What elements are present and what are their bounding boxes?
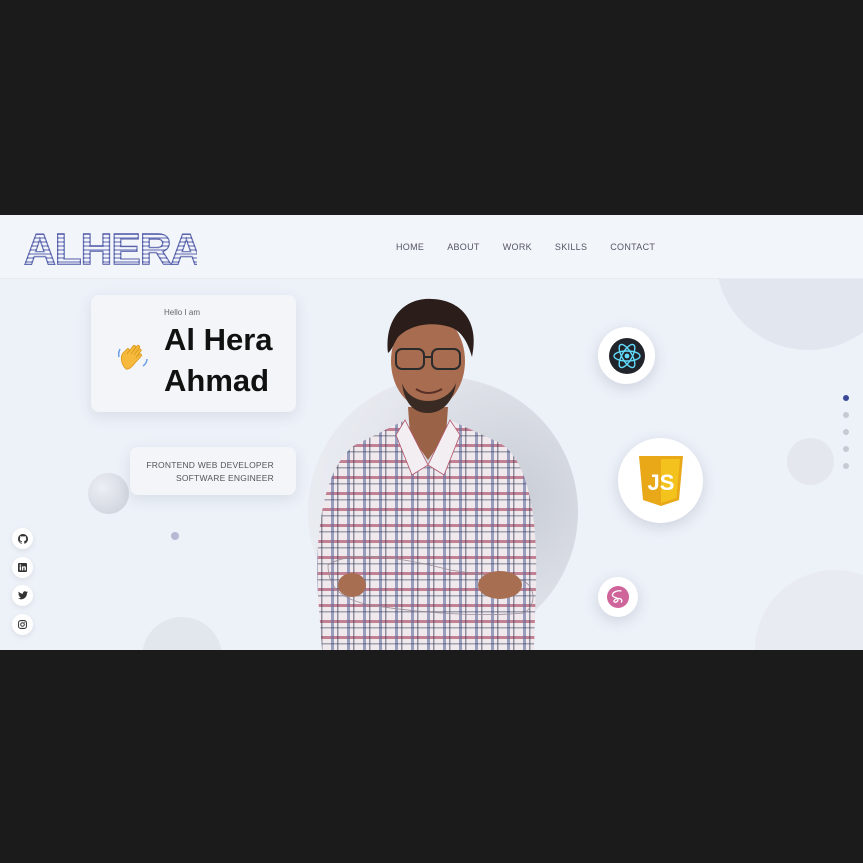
nav-contact[interactable]: CONTACT [610, 242, 655, 252]
hero-name-line1: Al Hera [164, 322, 273, 357]
greeting-text: Hello I am [164, 308, 201, 317]
linkedin-link[interactable] [12, 557, 33, 578]
decor-circle-left [88, 473, 129, 514]
section-dot-1[interactable] [843, 395, 849, 401]
react-badge [598, 327, 655, 384]
decor-circle-bottom-right [755, 570, 863, 650]
sass-badge [598, 577, 638, 617]
javascript-label: JS [647, 470, 674, 495]
waving-hand-icon [116, 339, 150, 378]
twitter-link[interactable] [12, 585, 33, 606]
react-icon [608, 337, 645, 374]
github-link[interactable] [12, 528, 33, 549]
section-dot-3[interactable] [843, 429, 849, 435]
nav-work[interactable]: WORK [503, 242, 532, 252]
hero-name: Al Hera Ahmad [164, 319, 273, 401]
decor-circle-right-small [787, 438, 834, 485]
nav-skills[interactable]: SKILLS [555, 242, 587, 252]
instagram-icon [18, 620, 27, 629]
intro-card: Hello I am Al Hera Ahmad [91, 295, 296, 412]
portfolio-page: ALHERA ALHERA HOME ABOUT WORK SKILLS CON… [0, 215, 863, 650]
main-nav: HOME ABOUT WORK SKILLS CONTACT [396, 242, 678, 252]
role-card: FRONTEND WEB DEVELOPER SOFTWARE ENGINEER [130, 447, 296, 495]
linkedin-icon [18, 563, 27, 572]
nav-home[interactable]: HOME [396, 242, 424, 252]
portrait-photo [317, 298, 537, 650]
nav-about[interactable]: ABOUT [447, 242, 480, 252]
logo-text-stripes: ALHERA [24, 225, 197, 269]
site-logo[interactable]: ALHERA ALHERA [22, 224, 203, 274]
role-line1: FRONTEND WEB DEVELOPER [146, 460, 274, 470]
hero-name-line2: Ahmad [164, 363, 270, 398]
sass-icon [607, 586, 629, 608]
logo-graphic: ALHERA ALHERA [23, 224, 203, 274]
section-indicator [843, 395, 849, 480]
section-dot-2[interactable] [843, 412, 849, 418]
decor-circle-bottom-left [142, 617, 222, 650]
decor-dot-small [171, 532, 179, 540]
role-text: FRONTEND WEB DEVELOPER SOFTWARE ENGINEER [146, 459, 274, 485]
javascript-badge: JS [618, 438, 703, 523]
section-dot-5[interactable] [843, 463, 849, 469]
twitter-icon [17, 591, 28, 600]
section-dot-4[interactable] [843, 446, 849, 452]
javascript-icon: JS [638, 455, 683, 506]
role-line2: SOFTWARE ENGINEER [175, 473, 274, 483]
site-header: ALHERA ALHERA HOME ABOUT WORK SKILLS CON… [0, 215, 863, 279]
github-icon [17, 533, 28, 544]
instagram-link[interactable] [12, 614, 33, 635]
